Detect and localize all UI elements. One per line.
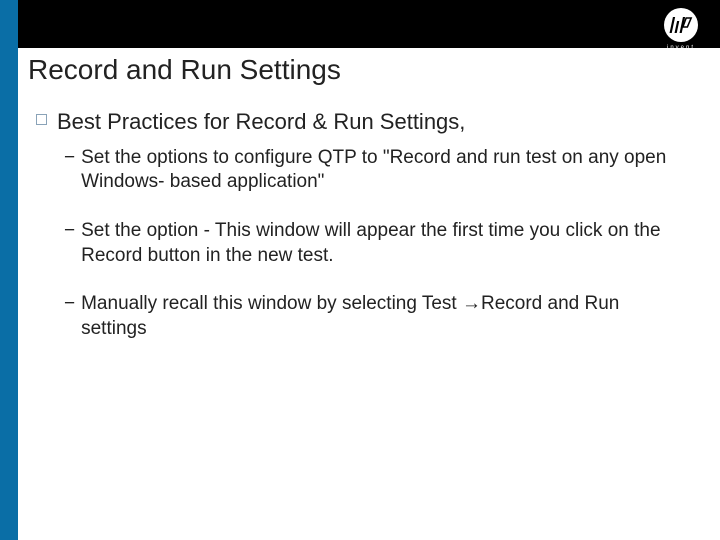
top-bar	[0, 0, 720, 48]
sub-item: − Set the option - This window will appe…	[64, 219, 698, 268]
sub-item: − Manually recall this window by selecti…	[64, 292, 698, 341]
dash-icon: −	[64, 292, 75, 317]
slide-content: Record and Run Settings Best Practices f…	[28, 54, 698, 366]
sub-item-text: Manually recall this window by selecting…	[81, 292, 671, 341]
sub-item-text: Set the option - This window will appear…	[81, 219, 671, 268]
hp-tagline: invent	[667, 45, 695, 51]
main-bullet: Best Practices for Record & Run Settings…	[36, 108, 698, 136]
sub-item: − Set the options to configure QTP to "R…	[64, 146, 698, 195]
dash-icon: −	[64, 219, 75, 244]
dash-icon: −	[64, 146, 75, 171]
left-accent-bar	[0, 0, 18, 540]
main-bullet-text: Best Practices for Record & Run Settings…	[57, 108, 465, 136]
bullet-box-icon	[36, 114, 47, 125]
slide-title: Record and Run Settings	[28, 54, 698, 86]
sub-item-text: Set the options to configure QTP to "Rec…	[81, 146, 671, 195]
hp-logo-icon	[664, 8, 698, 42]
hp-logo: invent	[664, 8, 698, 51]
